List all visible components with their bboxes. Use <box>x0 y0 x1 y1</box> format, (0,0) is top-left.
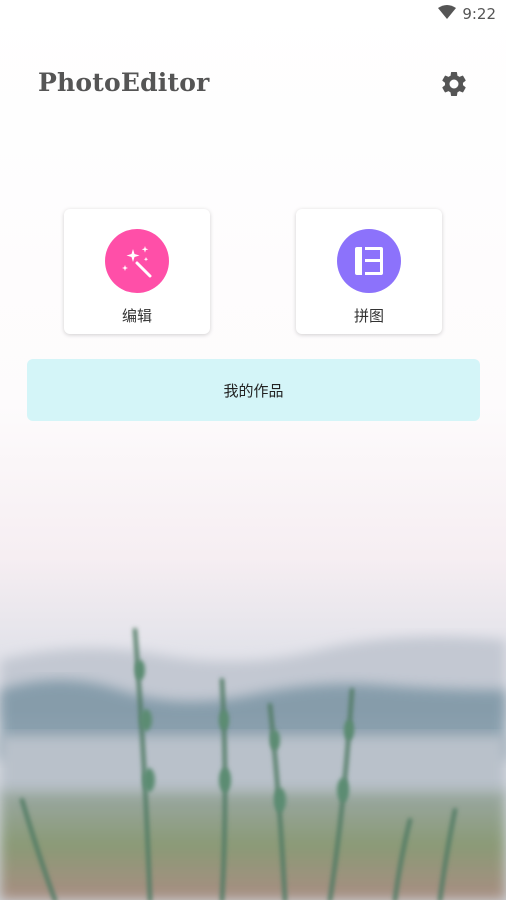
status-bar: 9:22 <box>0 0 506 28</box>
wifi-icon <box>438 5 457 23</box>
collage-card[interactable]: 拼图 <box>296 209 442 334</box>
my-works-label: 我的作品 <box>223 381 284 400</box>
status-time: 9:22 <box>462 5 496 23</box>
edit-card[interactable]: 编辑 <box>64 209 210 334</box>
collage-layout-icon <box>337 229 401 293</box>
my-works-button[interactable]: 我的作品 <box>27 359 480 421</box>
magic-wand-icon <box>105 229 169 293</box>
app-title: PhotoEditor <box>38 68 210 97</box>
settings-button[interactable] <box>436 66 472 102</box>
gear-icon <box>442 71 466 96</box>
collage-label: 拼图 <box>353 307 384 325</box>
edit-label: 编辑 <box>121 307 152 325</box>
background-photo <box>0 0 506 900</box>
